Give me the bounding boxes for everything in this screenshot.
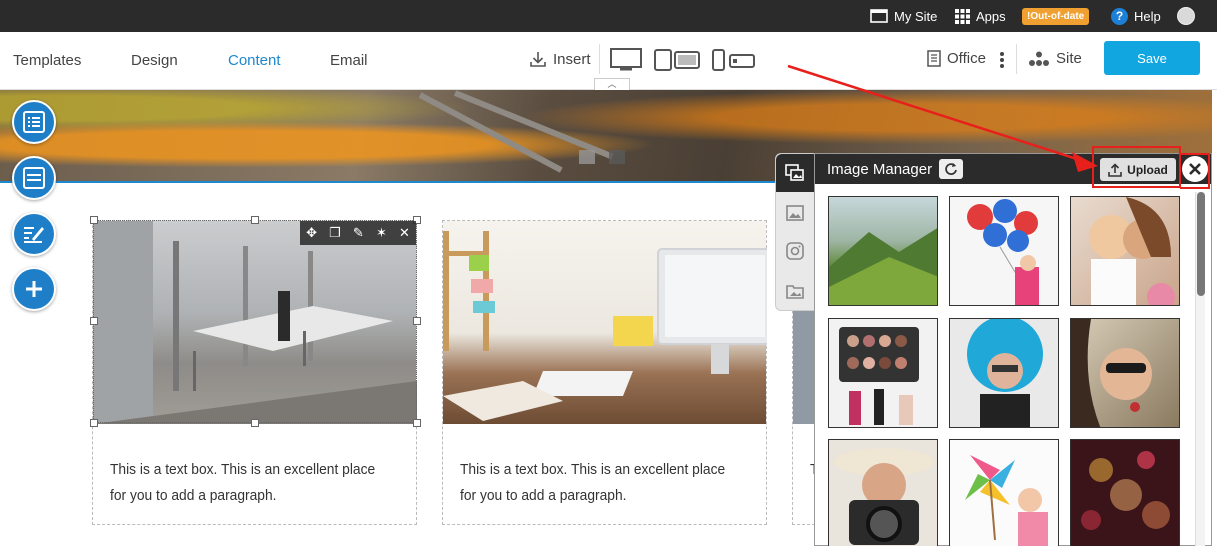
- desktop-view-icon[interactable]: [610, 48, 642, 72]
- add-element-button[interactable]: [12, 267, 56, 311]
- out-of-date-label: !Out-of-date: [1022, 7, 1090, 25]
- edit-content-button[interactable]: [12, 212, 56, 256]
- instagram-icon: [786, 242, 804, 260]
- insert-button[interactable]: Insert: [529, 50, 591, 68]
- apps-link[interactable]: Apps: [955, 0, 1006, 32]
- card-text[interactable]: This is a text box. This is an excellent…: [110, 457, 377, 509]
- insert-label: Insert: [553, 50, 591, 68]
- user-menu[interactable]: [1177, 0, 1195, 32]
- help-link[interactable]: ? Help: [1111, 0, 1161, 32]
- thumbnail-image[interactable]: [1070, 196, 1180, 306]
- list-layout-icon: [23, 111, 45, 133]
- thumbnail-image[interactable]: [949, 318, 1059, 428]
- resize-handle[interactable]: [413, 419, 421, 427]
- camera-woman-scene: [834, 448, 934, 545]
- balloons-scene: [967, 199, 1039, 305]
- chevron-up-icon: ︿: [607, 79, 617, 89]
- image-manager-panel: Image Manager Upload: [814, 153, 1212, 546]
- blue-wig-scene: [967, 319, 1043, 427]
- tab-content[interactable]: Content: [228, 52, 281, 69]
- page-settings-button[interactable]: [12, 100, 56, 144]
- thumbnail-image[interactable]: [828, 318, 938, 428]
- thumbnail-image[interactable]: [949, 196, 1059, 306]
- couple-scene: [1089, 197, 1175, 305]
- content-card[interactable]: This is a text box. This is an excellent…: [442, 220, 771, 525]
- thumbnail-image[interactable]: [1070, 318, 1180, 428]
- help-icon: ?: [1111, 7, 1128, 25]
- duplicate-icon[interactable]: ❐: [329, 225, 341, 241]
- slide-indicator[interactable]: [579, 150, 595, 164]
- resize-handle[interactable]: [90, 317, 98, 325]
- top-bar: My Site Apps !Out-of-date ? Help: [0, 0, 1217, 32]
- makeup-scene: [839, 327, 919, 425]
- desk-image[interactable]: [443, 221, 771, 424]
- help-label: Help: [1134, 8, 1161, 24]
- magic-wand-icon[interactable]: ✶: [376, 225, 387, 241]
- card-text[interactable]: This is a text box. This is an excellent…: [460, 457, 727, 509]
- tab-instagram[interactable]: [776, 232, 814, 270]
- move-icon[interactable]: ✥: [306, 225, 317, 241]
- annotation-highlight: [1180, 153, 1210, 189]
- mobile-view-icon[interactable]: [712, 49, 756, 71]
- my-site-link[interactable]: My Site: [870, 0, 937, 32]
- edit-icon[interactable]: ✎: [353, 225, 364, 241]
- tablet-view-icon[interactable]: [654, 49, 700, 71]
- selection-frame: [93, 220, 417, 423]
- edit-list-icon: [24, 227, 44, 243]
- save-button[interactable]: Save: [1104, 41, 1200, 75]
- monitor-icon: [870, 9, 888, 23]
- scrollbar-thumb[interactable]: [1197, 192, 1205, 296]
- thumbnail-image[interactable]: [828, 196, 938, 306]
- download-icon: [530, 52, 546, 67]
- resize-handle[interactable]: [413, 317, 421, 325]
- thumbnail-image[interactable]: [949, 439, 1059, 546]
- tab-design[interactable]: Design: [131, 52, 178, 69]
- sunglasses-woman-scene: [1071, 319, 1152, 427]
- avatar: [1177, 7, 1195, 25]
- divider: [599, 44, 600, 74]
- image-icon: [786, 205, 804, 221]
- close-icon[interactable]: ✕: [399, 225, 410, 241]
- image-edit-toolbar: ✥ ❐ ✎ ✶ ✕: [300, 221, 416, 245]
- slide-indicator[interactable]: [609, 150, 625, 164]
- resize-handle[interactable]: [251, 216, 259, 224]
- plus-icon: [26, 281, 42, 297]
- tab-images[interactable]: [776, 194, 814, 232]
- resize-handle[interactable]: [251, 419, 259, 427]
- desk-scene: [443, 231, 771, 421]
- tab-templates[interactable]: Templates: [13, 52, 81, 69]
- folder-image-icon: [786, 285, 804, 299]
- bokeh-scene: [1081, 451, 1170, 530]
- layers-icon: [23, 167, 45, 189]
- annotation-arrow: [787, 64, 1098, 172]
- apps-label: Apps: [976, 8, 1006, 24]
- resize-handle[interactable]: [90, 216, 98, 224]
- thumbnail-image[interactable]: [828, 439, 938, 546]
- resize-handle[interactable]: [90, 419, 98, 427]
- my-site-label: My Site: [894, 8, 938, 24]
- tab-folder[interactable]: [776, 272, 814, 310]
- grid-icon: [955, 8, 970, 24]
- thumbnail-image[interactable]: [1070, 439, 1180, 546]
- collapse-toolbar-tab[interactable]: ︿: [594, 78, 630, 90]
- pinwheel-scene: [965, 455, 1048, 546]
- tab-email[interactable]: Email: [330, 52, 368, 69]
- sections-button[interactable]: [12, 156, 56, 200]
- scrollbar[interactable]: [1195, 192, 1205, 546]
- mountains-scene: [829, 228, 937, 305]
- out-of-date-badge[interactable]: !Out-of-date: [1022, 0, 1090, 32]
